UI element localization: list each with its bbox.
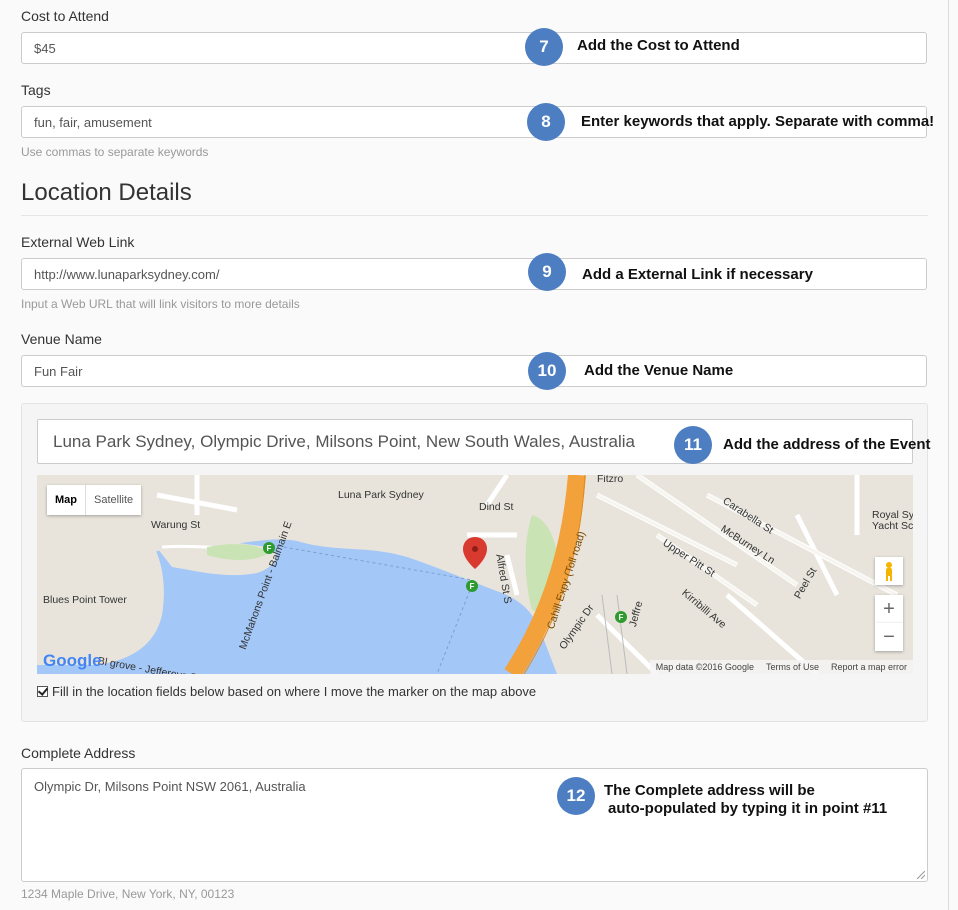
venue-value: Fun Fair bbox=[34, 363, 83, 379]
cost-input[interactable]: $45 bbox=[21, 32, 927, 64]
step-badge-12: 12 bbox=[557, 777, 595, 815]
map-data-credit: Map data ©2016 Google bbox=[655, 662, 754, 672]
complete-address-label: Complete Address bbox=[21, 745, 136, 761]
step-note-7: Add the Cost to Attend bbox=[577, 37, 740, 54]
tags-help: Use commas to separate keywords bbox=[21, 145, 209, 159]
step-badge-9: 9 bbox=[528, 253, 566, 291]
resize-handle-icon[interactable] bbox=[917, 871, 925, 879]
section-divider bbox=[21, 215, 928, 216]
map-type-satellite[interactable]: Satellite bbox=[86, 485, 141, 515]
marker-fill-row: Fill in the location fields below based … bbox=[37, 684, 536, 699]
cost-label: Cost to Attend bbox=[21, 8, 109, 24]
address-search-value: Luna Park Sydney, Olympic Drive, Milsons… bbox=[53, 431, 636, 451]
web-link-help: Input a Web URL that will link visitors … bbox=[21, 297, 300, 311]
ferry-icon: F bbox=[263, 542, 275, 554]
map-label-warung: Warung St bbox=[151, 519, 201, 531]
map-type-map[interactable]: Map bbox=[47, 485, 86, 515]
marker-fill-label[interactable]: Fill in the location fields below based … bbox=[52, 684, 536, 699]
map-label-fitzroy: Fitzro bbox=[597, 475, 624, 485]
terms-of-use-link[interactable]: Terms of Use bbox=[766, 662, 819, 672]
location-map[interactable]: Map Satellite Luna Park Sydney Warung St… bbox=[37, 475, 913, 674]
street-view-pegman-icon[interactable] bbox=[875, 557, 903, 585]
step-note-12-line2: auto-populated by typing it in point #11 bbox=[608, 800, 888, 817]
page-border bbox=[948, 0, 949, 910]
step-badge-11: 11 bbox=[674, 426, 712, 464]
map-type-control: Map Satellite bbox=[47, 485, 142, 515]
cost-value: $45 bbox=[34, 40, 56, 56]
map-label-luna-park: Luna Park Sydney bbox=[338, 489, 424, 501]
step-note-10: Add the Venue Name bbox=[584, 362, 734, 379]
step-note-11: Add the address of the Event bbox=[723, 436, 931, 453]
tags-value: fun, fair, amusement bbox=[34, 114, 152, 130]
map-attribution: Map data ©2016 Google Terms of Use Repor… bbox=[649, 660, 913, 674]
step-note-9: Add a External Link if necessary bbox=[582, 266, 813, 283]
google-logo: Google bbox=[43, 651, 102, 670]
step-note-8: Enter keywords that apply. Separate with… bbox=[581, 113, 935, 130]
step-badge-10: 10 bbox=[528, 352, 566, 390]
complete-address-help: 1234 Maple Drive, New York, NY, 00123 bbox=[21, 887, 235, 901]
report-map-error-link[interactable]: Report a map error bbox=[831, 662, 907, 672]
map-label-blues-point: Blues Point Tower bbox=[43, 594, 127, 606]
venue-input[interactable]: Fun Fair bbox=[21, 355, 927, 387]
map-label-yacht: Yacht Sc bbox=[872, 520, 913, 532]
step-badge-7: 7 bbox=[525, 28, 563, 66]
zoom-in-button[interactable]: + bbox=[875, 595, 903, 623]
marker-fill-checkbox[interactable] bbox=[37, 686, 48, 697]
step-badge-8: 8 bbox=[527, 103, 565, 141]
tags-label: Tags bbox=[21, 82, 51, 98]
web-link-value: http://www.lunaparksydney.com/ bbox=[34, 266, 220, 282]
venue-label: Venue Name bbox=[21, 331, 102, 347]
zoom-out-button[interactable]: − bbox=[875, 623, 903, 651]
ferry-icon: F bbox=[466, 580, 478, 592]
map-label-dind: Dind St bbox=[479, 501, 514, 513]
complete-address-value: Olympic Dr, Milsons Point NSW 2061, Aust… bbox=[34, 779, 306, 794]
section-title: Location Details bbox=[21, 179, 192, 206]
step-note-12-line1: The Complete address will be bbox=[604, 782, 815, 799]
web-link-label: External Web Link bbox=[21, 234, 135, 250]
map-canvas bbox=[37, 475, 913, 674]
ferry-icon: F bbox=[615, 611, 627, 623]
